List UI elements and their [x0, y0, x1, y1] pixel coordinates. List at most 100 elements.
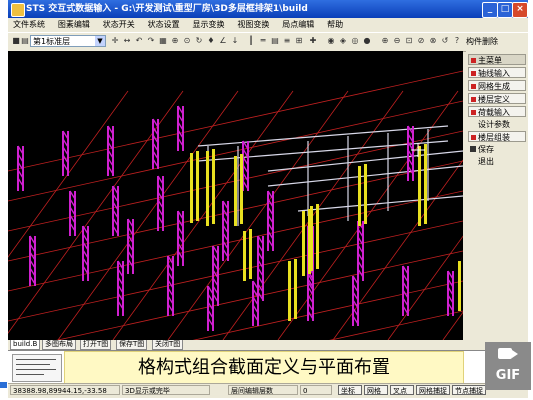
node-capture-button[interactable]: 节点捕捉: [452, 385, 486, 395]
menu-display[interactable]: 显示变换: [188, 18, 230, 32]
axis-input-label: 轴线输入: [478, 69, 510, 78]
bullet-icon: [471, 71, 476, 76]
coords-toggle-button[interactable]: 坐标: [338, 385, 362, 395]
design-params-label: 设计参数: [478, 120, 510, 129]
grid-icon[interactable]: ▦: [158, 36, 168, 46]
steel-column: [316, 204, 319, 269]
bullet-icon: [471, 84, 476, 89]
save-icon: [470, 146, 476, 152]
zoom-in-icon[interactable]: ⊕: [380, 36, 390, 46]
axis-input-button[interactable]: 轴线输入: [468, 67, 526, 78]
rotate-icon[interactable]: ↻: [194, 36, 204, 46]
menu-help[interactable]: 帮助: [322, 18, 348, 32]
zoom-prev-icon[interactable]: ⊘: [416, 36, 426, 46]
left-marker: [0, 382, 7, 388]
grid-capture-button[interactable]: 网格捕捉: [416, 385, 450, 395]
grid-generate-label: 网格生成: [478, 82, 510, 91]
floor-define-label: 楼层定义: [478, 95, 510, 104]
steel-column: [358, 166, 361, 226]
tab-open-t[interactable]: 打开T图: [80, 340, 112, 350]
view-3d-icon[interactable]: ◉: [326, 36, 336, 46]
dimension-icon[interactable]: ⊞: [294, 36, 304, 46]
move-icon[interactable]: ✛: [110, 36, 120, 46]
grid-generate-button[interactable]: 网格生成: [468, 80, 526, 91]
column-icon[interactable]: ┃: [246, 36, 256, 46]
print-icon[interactable]: ▤: [20, 36, 30, 46]
snap-toggle-button[interactable]: 叉点: [390, 385, 414, 395]
beam-icon[interactable]: ═: [258, 36, 268, 46]
maximize-button[interactable]: □: [497, 2, 513, 18]
status-layer-info: 层间编辑层数: [228, 385, 298, 395]
chevron-down-icon[interactable]: ▼: [95, 36, 105, 46]
help-icon[interactable]: ?: [452, 36, 462, 46]
steel-column: [458, 261, 461, 311]
zoom-out-icon[interactable]: ⊖: [392, 36, 402, 46]
load-input-label: 荷载输入: [478, 108, 510, 117]
menu-node-edit[interactable]: 局点编辑: [277, 18, 319, 32]
toolbar: ■ ▤ 第1标准层 ▼ ✛ ↔ ↶ ↷ ▦ ⊕ ⊙ ↻ ♦ ∠ ↓ ┃ ═ ▤ …: [8, 32, 528, 52]
grid-line: [8, 90, 184, 334]
bullet-icon: [471, 97, 476, 102]
axis-icon[interactable]: ≡: [282, 36, 292, 46]
floor-assemble-label: 楼层组装: [478, 133, 510, 142]
design-params-item[interactable]: 设计参数: [468, 119, 533, 130]
steel-column: [240, 154, 243, 224]
close-button[interactable]: ×: [512, 2, 528, 18]
zoom-icon[interactable]: ⊕: [170, 36, 180, 46]
tab-close-t[interactable]: 关闭T图: [152, 340, 184, 350]
menu-settings[interactable]: 状态设置: [143, 18, 185, 32]
pin-icon[interactable]: ↓: [230, 36, 240, 46]
menu-file[interactable]: 文件系统: [8, 18, 50, 32]
thumbnail-preview: [12, 354, 62, 382]
tab-build[interactable]: build.B: [10, 340, 41, 350]
layer-select[interactable]: 第1标准层 ▼: [30, 35, 106, 47]
floor-assemble-button[interactable]: 楼层组装: [468, 131, 526, 142]
floor-icon[interactable]: ▤: [270, 36, 280, 46]
zoom-all-icon[interactable]: ⊗: [428, 36, 438, 46]
steel-column: [294, 259, 297, 319]
steel-column: [196, 151, 199, 221]
node-edit-icon[interactable]: ✚: [308, 36, 318, 46]
menu-view[interactable]: 视图变换: [232, 18, 274, 32]
menu-edit[interactable]: 图素编辑: [53, 18, 95, 32]
app-icon: [11, 3, 25, 17]
camera-icon[interactable]: ◎: [350, 36, 360, 46]
save-item[interactable]: 保存: [468, 144, 533, 155]
steel-column: [212, 149, 215, 224]
menu-switch[interactable]: 状态开关: [98, 18, 140, 32]
window-title: STS 交互式数据输入 - G:\开发测试\重型厂房\3D多层框排架1\buil…: [26, 4, 308, 14]
grid-toggle-button[interactable]: 网格: [364, 385, 388, 395]
status-layer-count: 0: [300, 385, 332, 395]
zoom-window-icon[interactable]: ⊡: [404, 36, 414, 46]
tab-save-t[interactable]: 保存T图: [116, 340, 148, 350]
minimize-button[interactable]: _: [482, 2, 498, 18]
steel-column: [288, 261, 291, 321]
bullet-icon: [471, 58, 476, 63]
grid-line: [8, 220, 463, 322]
tab-multi-layout[interactable]: 多图布局: [42, 340, 76, 350]
lamp-icon[interactable]: ♦: [206, 36, 216, 46]
steel-column: [249, 229, 252, 279]
load-input-button[interactable]: 荷载输入: [468, 106, 526, 117]
angle-icon[interactable]: ∠: [218, 36, 228, 46]
steel-column: [418, 146, 421, 226]
redo-icon[interactable]: ↷: [146, 36, 156, 46]
pan-icon[interactable]: ↔: [122, 36, 132, 46]
main-menu-button[interactable]: 主菜单: [468, 54, 526, 65]
grid-line: [56, 250, 463, 340]
model-canvas[interactable]: [8, 51, 463, 340]
command-area: 格构式组合截面定义与平面布置: [8, 350, 528, 384]
render-icon[interactable]: ◈: [338, 36, 348, 46]
node-icon[interactable]: ⊙: [182, 36, 192, 46]
status-mode: 3D显示或完毕: [122, 385, 210, 395]
video-camera-icon: [498, 348, 512, 359]
undo-icon[interactable]: ↶: [134, 36, 144, 46]
refresh-icon[interactable]: ↺: [440, 36, 450, 46]
eye-icon[interactable]: ●: [362, 36, 372, 46]
steel-column: [302, 211, 305, 276]
delete-member-button[interactable]: 构件删除: [466, 36, 498, 47]
steel-column: [364, 164, 367, 224]
exit-item[interactable]: 退出: [468, 156, 533, 167]
structure-3d-view[interactable]: [8, 51, 463, 340]
floor-define-button[interactable]: 楼层定义: [468, 93, 526, 104]
